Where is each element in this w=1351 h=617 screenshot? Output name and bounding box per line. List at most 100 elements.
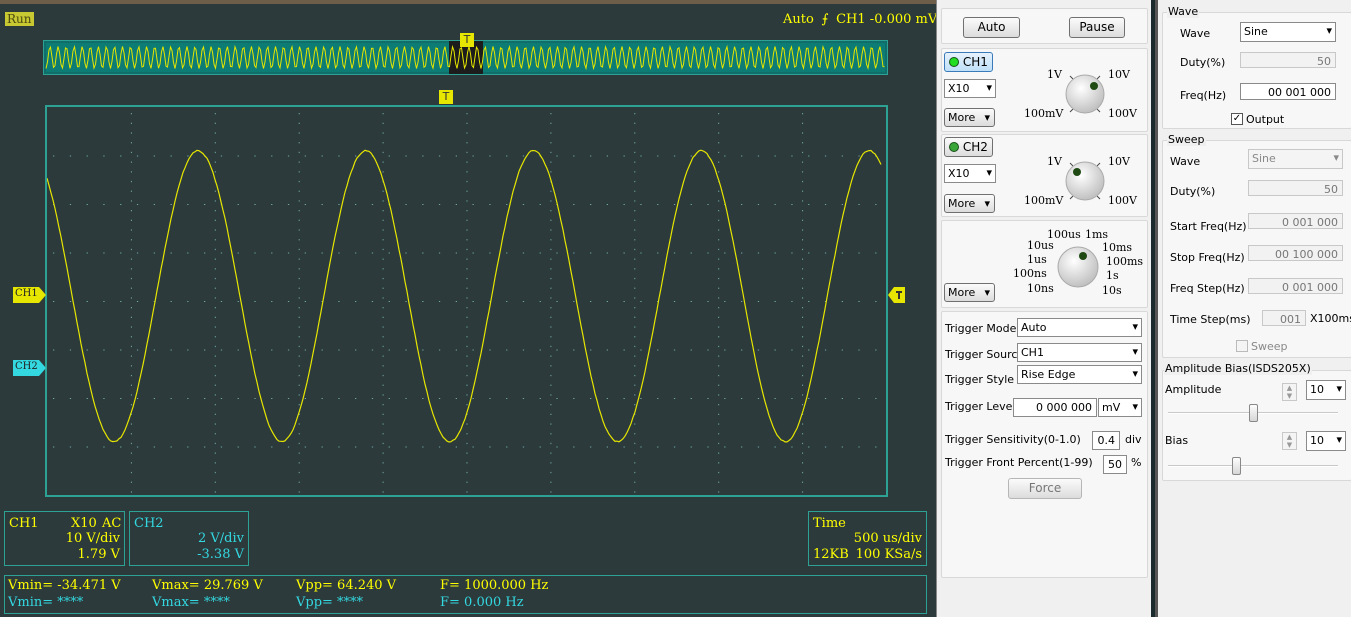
time-info-label: Time: [813, 516, 846, 531]
sweep-checkbox[interactable]: [1236, 340, 1248, 352]
ch1-info-probe: X10: [71, 516, 97, 531]
sweep-duty-label: Duty(%): [1170, 185, 1215, 198]
ch2-info-voltsdiv: 2 V/div: [198, 531, 244, 546]
amplitude-select[interactable]: 10: [1306, 380, 1346, 400]
ch1-more-button[interactable]: More ▾: [944, 108, 995, 127]
ch2-info-offset: -3.38 V: [197, 547, 244, 562]
time-step-label: Time Step(ms): [1170, 313, 1251, 326]
trigger-sensitivity-input[interactable]: 0.4: [1092, 431, 1120, 450]
ch1-probe-select[interactable]: X10: [944, 79, 996, 98]
wave-select[interactable]: Sine: [1240, 22, 1336, 42]
scope-screen[interactable]: [45, 105, 888, 497]
freq-label: Freq(Hz): [1180, 89, 1226, 102]
trigger-channel-status: CH1: [836, 12, 866, 27]
ch1-more-label: More: [948, 111, 975, 124]
bias-slider-track[interactable]: [1168, 465, 1338, 467]
trigger-front-unit: %: [1131, 456, 1141, 469]
grid-dots: [53, 113, 877, 493]
time-more-button[interactable]: More ▾: [944, 283, 995, 302]
ch2-marker-label: CH2: [15, 361, 38, 372]
trigger-level-marker-shape: [888, 287, 906, 303]
bias-select[interactable]: 10: [1306, 431, 1346, 451]
amplitude-label: Amplitude: [1165, 383, 1221, 396]
time-base-knob[interactable]: [1053, 242, 1103, 292]
sweep-group-title: Sweep: [1167, 133, 1206, 146]
time-knob-label-10s: 10s: [1102, 284, 1122, 297]
time-knob-label-1s: 1s: [1106, 269, 1119, 282]
chevron-down-icon: ▾: [984, 109, 990, 126]
ch1-info-box: CH1 X10 AC 10 V/div 1.79 V: [4, 511, 125, 566]
time-knob-label-1ms: 1ms: [1085, 228, 1108, 241]
ch1-toggle-label: CH1: [963, 55, 988, 69]
control-panel: Auto Pause CH1 X10 More ▾ 1V 10V 100mV 10…: [936, 0, 1151, 617]
time-step-unit: X100ms: [1310, 312, 1351, 325]
spin-up-icon: ▲: [1287, 384, 1292, 392]
amplitude-slider-thumb[interactable]: [1249, 404, 1258, 422]
start-freq-input[interactable]: 0 001 000: [1248, 213, 1343, 229]
ch1-marker[interactable]: CH1: [13, 287, 47, 307]
stop-freq-label: Stop Freq(Hz): [1170, 251, 1245, 264]
run-status-label[interactable]: Run: [5, 12, 34, 26]
ch2-probe-select[interactable]: X10: [944, 164, 996, 183]
ch1-led-icon: [949, 57, 959, 67]
time-info-samplerate: 100 KSa/s: [856, 547, 922, 562]
trigger-sensitivity-label: Trigger Sensitivity(0-1.0): [945, 433, 1081, 446]
trigger-mode-select[interactable]: Auto: [1017, 318, 1142, 337]
ch2-more-button[interactable]: More ▾: [944, 194, 995, 213]
time-knob-label-1us: 1us: [1027, 253, 1047, 266]
ch1-knob-label-10v: 10V: [1108, 68, 1130, 81]
ch2-vmax: Vmax= ****: [152, 595, 230, 610]
measurement-bar: Vmin= -34.471 V Vmax= 29.769 V Vpp= 64.2…: [4, 575, 927, 614]
trigger-value-status: -0.000 mV: [870, 12, 937, 27]
ch2-marker[interactable]: CH2: [13, 360, 47, 380]
start-freq-label: Start Freq(Hz): [1170, 220, 1247, 233]
freq-step-label: Freq Step(Hz): [1170, 282, 1245, 295]
trigger-sensitivity-unit: div: [1125, 433, 1142, 446]
trigger-level-label: Trigger Level: [945, 400, 1015, 413]
stop-freq-input[interactable]: 00 100 000: [1248, 245, 1343, 261]
trigger-source-select[interactable]: CH1: [1017, 343, 1142, 362]
trigger-front-input[interactable]: 50: [1103, 455, 1127, 474]
overview-trigger-marker[interactable]: T: [460, 33, 474, 47]
ch1-volts-knob[interactable]: [1061, 70, 1109, 118]
pause-button[interactable]: Pause: [1069, 17, 1125, 38]
force-trigger-button[interactable]: Force: [1008, 478, 1082, 499]
wave-group-title: Wave: [1167, 5, 1199, 18]
freq-input[interactable]: 00 001 000: [1240, 83, 1336, 100]
auto-button[interactable]: Auto: [963, 17, 1020, 38]
trigger-level-marker[interactable]: [888, 287, 906, 307]
freq-step-input[interactable]: 0 001 000: [1248, 278, 1343, 294]
output-checkbox[interactable]: ✓: [1231, 113, 1243, 125]
time-more-label: More: [948, 286, 975, 299]
sweep-wave-select[interactable]: Sine: [1248, 149, 1343, 169]
amplitude-spinner[interactable]: ▲ ▼: [1282, 383, 1297, 401]
top-strip: [0, 0, 936, 4]
time-step-input[interactable]: 001: [1262, 310, 1306, 326]
trigger-style-select[interactable]: Rise Edge: [1017, 365, 1142, 384]
time-info-memory: 12KB: [813, 547, 849, 562]
bias-slider-thumb[interactable]: [1232, 457, 1241, 475]
trigger-front-label: Trigger Front Percent(1-99): [945, 456, 1093, 469]
ch2-knob-label-100v: 100V: [1108, 194, 1137, 207]
ch2-toggle-button[interactable]: CH2: [944, 137, 993, 157]
trigger-level-input[interactable]: 0 000 000: [1013, 398, 1097, 417]
ch2-knob-label-1v: 1V: [1047, 155, 1062, 168]
ch2-vmin: Vmin= ****: [8, 595, 83, 610]
ch1-toggle-button[interactable]: CH1: [944, 52, 993, 72]
trigger-level-unit-select[interactable]: mV: [1098, 398, 1142, 417]
ch2-volts-knob[interactable]: [1061, 157, 1109, 205]
check-icon: ✓: [1233, 113, 1241, 124]
sweep-wave-label: Wave: [1170, 155, 1200, 168]
ch2-toggle-label: CH2: [963, 140, 988, 154]
signal-generator-panel: Wave Wave Sine Duty(%) 50 Freq(Hz) 00 00…: [1155, 0, 1351, 617]
bias-spinner[interactable]: ▲ ▼: [1282, 432, 1297, 450]
duty-input[interactable]: 50: [1240, 52, 1336, 68]
ch2-knob-label-100mv: 100mV: [1024, 194, 1063, 207]
trigger-position-marker[interactable]: T: [439, 90, 453, 104]
ch2-info-name: CH2: [134, 516, 164, 531]
time-info-box: Time 500 us/div 12KB 100 KSa/s: [808, 511, 927, 566]
ch1-waveform: [47, 150, 881, 442]
ch1-info-coupling: AC: [102, 516, 121, 531]
ch1-knob-label-100mv: 100mV: [1024, 107, 1063, 120]
sweep-duty-input[interactable]: 50: [1248, 180, 1343, 196]
